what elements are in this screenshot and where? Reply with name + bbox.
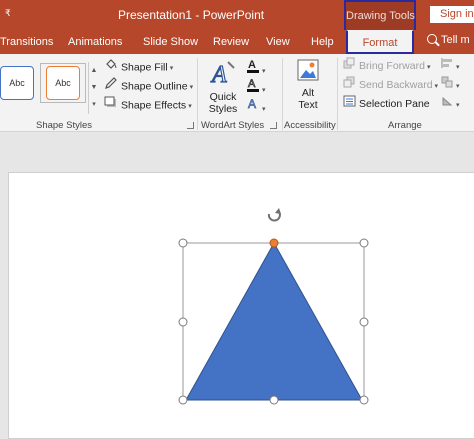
selected-shape-overlay bbox=[178, 208, 369, 405]
rotation-arrowhead-icon bbox=[275, 208, 281, 214]
resize-handle-top-left[interactable] bbox=[178, 238, 188, 248]
resize-handle-middle-left[interactable] bbox=[178, 317, 188, 327]
resize-handle-top-right[interactable] bbox=[359, 238, 369, 248]
resize-handle-bottom-center[interactable] bbox=[269, 395, 279, 405]
adjustment-handle[interactable] bbox=[269, 238, 279, 248]
resize-handle-bottom-right[interactable] bbox=[359, 395, 369, 405]
resize-handle-bottom-left[interactable] bbox=[178, 395, 188, 405]
triangle-shape[interactable] bbox=[185, 241, 363, 401]
resize-handle-middle-right[interactable] bbox=[359, 317, 369, 327]
